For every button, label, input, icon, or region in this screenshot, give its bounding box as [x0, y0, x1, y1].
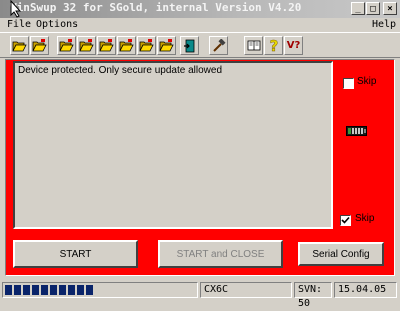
progress-fill — [4, 283, 196, 297]
menu-options[interactable]: Options — [36, 18, 78, 32]
help-button[interactable]: ? — [264, 36, 283, 55]
version-check-icon: V? — [286, 40, 301, 51]
progress-segment — [5, 285, 12, 295]
folder-open-icon — [99, 39, 114, 52]
skip-top-label: Skip — [357, 76, 377, 87]
progress-segment — [86, 285, 93, 295]
log-message: Device protected. Only secure update all… — [18, 65, 223, 76]
open-file-5-button[interactable] — [97, 36, 116, 55]
question-icon: ? — [269, 38, 278, 53]
progress-segment — [59, 285, 66, 295]
checkmark-icon — [341, 216, 350, 224]
progress-segment — [14, 285, 21, 295]
open-file-6-button[interactable] — [117, 36, 136, 55]
version-check-button[interactable]: V? — [284, 36, 303, 55]
progress-segment — [50, 285, 57, 295]
book-icon — [247, 40, 260, 51]
log-area[interactable]: Device protected. Only secure update all… — [13, 61, 333, 229]
open-file-7-button[interactable] — [137, 36, 156, 55]
phone-connection-icon — [346, 125, 368, 140]
minimize-button[interactable]: _ — [351, 2, 365, 15]
progress-segment — [41, 285, 48, 295]
hammer-icon — [212, 38, 226, 52]
start-and-close-button[interactable]: START and CLOSE — [158, 240, 283, 268]
exit-icon — [183, 39, 194, 52]
folder-open-icon — [139, 39, 154, 52]
status-date: 15.04.05 — [334, 282, 397, 298]
open-file-1-button[interactable] — [10, 36, 29, 55]
svg-text:?: ? — [269, 38, 278, 53]
progress-bar — [2, 282, 198, 298]
folder-open-icon — [159, 39, 174, 52]
folder-open-icon — [12, 41, 27, 52]
status-svn: SVN: 50 — [294, 282, 332, 309]
progress-segment — [23, 285, 30, 295]
maximize-button[interactable]: □ — [366, 2, 380, 15]
folder-open-icon — [59, 39, 74, 52]
skip-top-checkbox[interactable] — [343, 78, 354, 89]
skip-bottom-checkbox[interactable] — [340, 215, 351, 226]
open-file-8-button[interactable] — [157, 36, 176, 55]
log-book-button[interactable] — [244, 36, 263, 55]
open-file-3-button[interactable] — [57, 36, 76, 55]
flash-tool-button[interactable] — [209, 36, 228, 55]
status-model: CX6C — [200, 282, 292, 298]
skip-bottom-label: Skip — [355, 213, 375, 224]
progress-segment — [32, 285, 39, 295]
window-title: WinSwup 32 for SGold, internal Version V… — [10, 1, 302, 14]
progress-segment — [68, 285, 75, 295]
menu-file[interactable]: File — [7, 18, 31, 32]
open-file-4-button[interactable] — [77, 36, 96, 55]
serial-config-button[interactable]: Serial Config — [298, 242, 384, 266]
toolbar: ? V? — [0, 32, 400, 58]
menu-help[interactable]: Help — [372, 18, 396, 32]
close-button[interactable]: × — [383, 2, 397, 15]
start-button[interactable]: START — [13, 240, 138, 268]
menu-bar: File Options Help — [0, 18, 400, 32]
folder-open-icon — [32, 39, 47, 52]
exit-button[interactable] — [180, 36, 199, 55]
title-bar[interactable]: WinSwup 32 for SGold, internal Version V… — [0, 0, 400, 18]
open-file-2-button[interactable] — [30, 36, 49, 55]
status-bar: CX6C SVN: 50 15.04.05 — [0, 281, 400, 309]
folder-open-icon — [79, 39, 94, 52]
folder-open-icon — [119, 39, 134, 52]
progress-segment — [77, 285, 84, 295]
